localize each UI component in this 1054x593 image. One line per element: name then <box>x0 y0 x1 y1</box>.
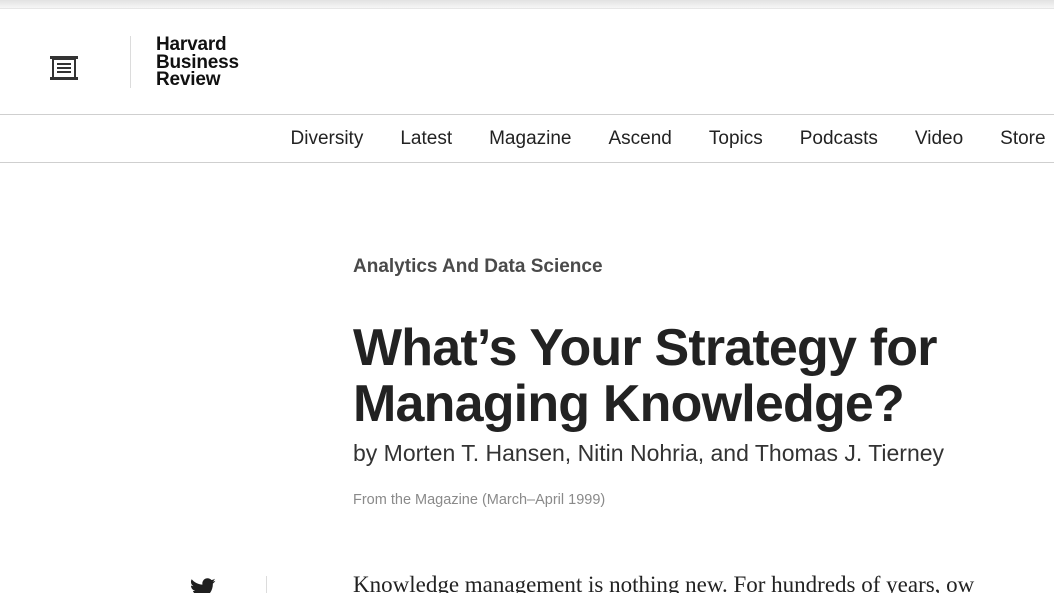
nav-rule <box>0 162 1054 163</box>
menu-icon[interactable] <box>44 50 84 86</box>
page: Harvard Business Review Diversity Latest… <box>0 0 1054 593</box>
logo-line-1: Harvard <box>156 34 227 55</box>
logo-line-3: Review <box>156 69 221 90</box>
main-nav: Diversity Latest Magazine Ascend Topics … <box>272 115 1054 162</box>
hbr-logo[interactable]: Harvard Business Review <box>156 34 239 90</box>
nav-item-ascend[interactable]: Ascend <box>590 128 690 150</box>
nav-item-podcasts[interactable]: Podcasts <box>781 128 896 150</box>
topic-link[interactable]: Analytics And Data Science <box>353 256 603 278</box>
nav-item-latest[interactable]: Latest <box>382 128 471 150</box>
header-divider <box>130 36 131 88</box>
nav-item-store[interactable]: Store <box>982 128 1054 150</box>
nav-item-topics[interactable]: Topics <box>690 128 781 150</box>
nav-item-magazine[interactable]: Magazine <box>471 128 590 150</box>
article-byline: by Morten T. Hansen, Nitin Nohria, and T… <box>353 440 945 466</box>
nav-item-video[interactable]: Video <box>896 128 981 150</box>
article-title: What’s Your Strategy for Managing Knowle… <box>353 319 938 433</box>
twitter-icon[interactable] <box>190 578 216 593</box>
article-source: From the Magazine (March–April 1999) <box>353 492 606 508</box>
nav-item-diversity[interactable]: Diversity <box>272 128 382 150</box>
share-divider <box>266 576 267 593</box>
article-body-first-line: Knowledge management is nothing new. For… <box>353 572 975 593</box>
browser-edge <box>0 0 1054 9</box>
